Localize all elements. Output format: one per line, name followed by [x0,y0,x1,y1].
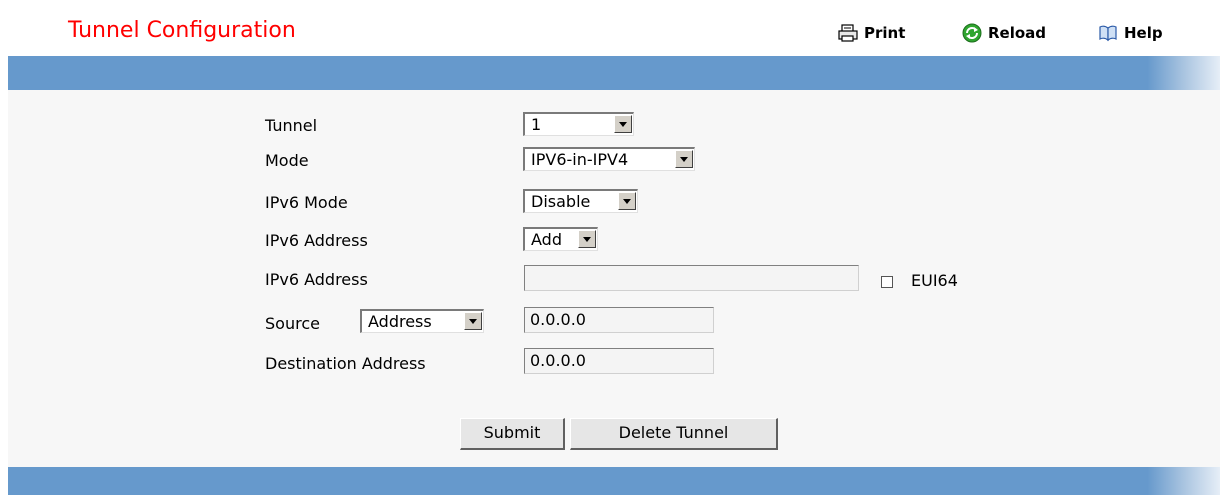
page-title: Tunnel Configuration [68,18,296,43]
mode-select-value: IPV6-in-IPV4 [531,150,629,169]
source-type-value: Address [368,312,432,331]
ipv6-mode-select[interactable]: Disable [523,189,638,213]
tunnel-select[interactable]: 1 [523,112,634,136]
source-address-input[interactable]: 0.0.0.0 [524,307,714,333]
submit-button[interactable]: Submit [460,418,565,450]
mode-select[interactable]: IPV6-in-IPV4 [523,147,695,171]
mode-label: Mode [265,151,309,170]
delete-tunnel-button[interactable]: Delete Tunnel [570,418,778,450]
print-label: Print [864,24,906,42]
reload-label: Reload [988,24,1047,42]
chevron-down-icon [464,312,482,330]
chevron-down-icon [618,192,636,210]
tunnel-select-value: 1 [531,115,542,134]
ipv6-address-action-select[interactable]: Add [523,227,598,251]
printer-icon [838,24,858,42]
header-band [8,56,1220,90]
print-link[interactable]: Print [838,22,905,44]
page: Tunnel Configuration Print Reload Help T… [0,0,1228,495]
ipv6-address-input[interactable] [524,265,859,291]
source-type-select[interactable]: Address [360,309,484,333]
destination-label: Destination Address [265,354,426,373]
destination-address-input[interactable]: 0.0.0.0 [524,348,714,374]
source-label: Source [265,314,320,333]
eui64-label: EUI64 [911,271,958,290]
book-icon [1099,25,1117,42]
chevron-down-icon [578,230,596,248]
chevron-down-icon [614,115,632,133]
chevron-down-icon [675,150,693,168]
tunnel-label: Tunnel [265,116,318,135]
reload-link[interactable]: Reload [962,22,1046,44]
help-link[interactable]: Help [1098,22,1163,44]
help-label: Help [1124,24,1163,42]
reload-icon [962,23,982,43]
ipv6-address-label: IPv6 Address [265,270,368,289]
ipv6-address-action-label: IPv6 Address [265,231,368,250]
ipv6-address-action-value: Add [531,230,562,249]
footer-band [8,467,1220,495]
ipv6-mode-label: IPv6 Mode [265,193,348,212]
ipv6-mode-select-value: Disable [531,192,591,211]
eui64-checkbox[interactable] [881,276,893,288]
